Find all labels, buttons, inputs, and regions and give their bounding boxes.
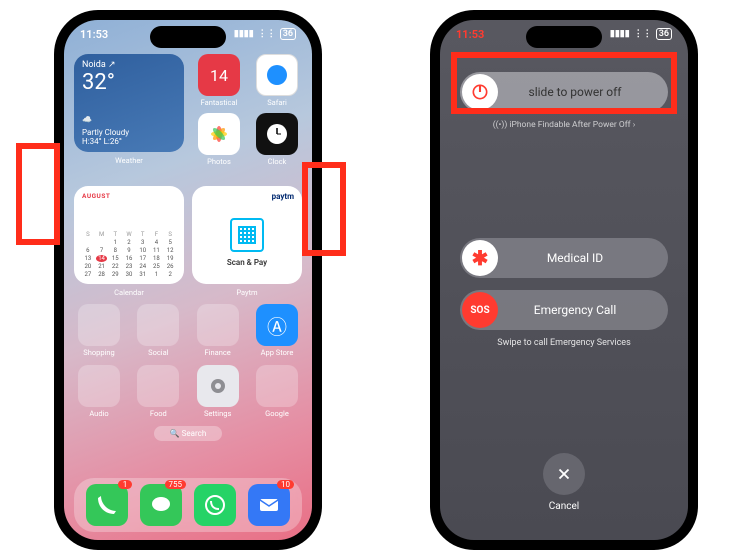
dock: 1 755 10 <box>74 478 302 532</box>
spotlight-search[interactable]: 🔍 Search <box>154 426 222 441</box>
app-label: Shopping <box>83 348 114 357</box>
battery-icon: 36 <box>280 28 296 40</box>
widget-label: Calendar <box>74 288 184 297</box>
status-time: 11:53 <box>80 28 108 41</box>
swipe-note: Swipe to call Emergency Services <box>440 338 688 348</box>
app-settings[interactable]: Settings <box>193 365 243 418</box>
annotation-side-button <box>302 162 346 256</box>
close-icon <box>555 465 573 483</box>
widget-label: Paytm <box>192 288 302 297</box>
app-messages[interactable]: 755 <box>140 484 182 526</box>
widget-label: Weather <box>74 156 184 165</box>
annotation-volume-buttons <box>16 143 60 245</box>
weather-hilo: H:34° L:26° <box>82 137 176 146</box>
signal-icon: ▮▮▮▮ <box>610 29 630 39</box>
status-bar: 11:53 ▮▮▮▮ ⋮⋮ 36 <box>64 24 312 44</box>
folder-icon <box>78 365 120 407</box>
paytm-widget[interactable]: paytm Scan & Pay Paytm <box>192 186 302 284</box>
app-mail[interactable]: 10 <box>248 484 290 526</box>
medical-id-slider[interactable]: ✱ Medical ID <box>460 238 668 278</box>
paytm-brand: paytm <box>272 192 294 201</box>
folder-icon <box>78 304 120 346</box>
app-label: Settings <box>204 409 231 418</box>
paytm-action: Scan & Pay <box>227 258 267 267</box>
app-safari[interactable]: Safari <box>252 54 302 107</box>
annotation-power-slider <box>451 52 677 114</box>
app-phone[interactable]: 1 <box>86 484 128 526</box>
app-fantastical[interactable]: 14 Fantastical <box>194 54 244 107</box>
home-screen: 11:53 ▮▮▮▮ ⋮⋮ 36 Noida ↗ 32° ☁️ Partly C… <box>64 20 312 540</box>
app-label: Safari <box>267 98 287 107</box>
badge: 1 <box>118 480 132 489</box>
qr-icon <box>230 218 264 252</box>
app-label: Fantastical <box>201 98 238 107</box>
fantastical-icon: 14 <box>198 54 240 96</box>
mail-icon <box>257 493 281 517</box>
status-bar: 11:53 ▮▮▮▮ ⋮⋮ 36 <box>440 24 688 44</box>
sos-label: Emergency Call <box>482 303 668 317</box>
app-label: Google <box>265 409 289 418</box>
cancel-button[interactable] <box>543 453 585 495</box>
app-label: Social <box>148 348 168 357</box>
app-label: Finance <box>205 348 231 357</box>
app-label: Audio <box>89 409 108 418</box>
clock-icon <box>256 113 298 155</box>
folder-audio[interactable]: Audio <box>74 365 124 418</box>
battery-icon: 36 <box>656 28 672 40</box>
app-label: Photos <box>207 157 231 166</box>
status-indicators: ▮▮▮▮ ⋮⋮ 36 <box>234 28 296 40</box>
wifi-icon: ⋮⋮ <box>634 29 652 39</box>
location-arrow-icon: ↗ <box>108 60 116 70</box>
signal-icon: ▮▮▮▮ <box>234 29 254 39</box>
folder-icon <box>137 304 179 346</box>
whatsapp-icon <box>203 493 227 517</box>
app-label: App Store <box>261 348 294 357</box>
gear-icon <box>197 365 239 407</box>
safari-icon <box>256 54 298 96</box>
status-indicators: ▮▮▮▮ ⋮⋮ 36 <box>610 28 672 40</box>
photos-icon <box>198 113 240 155</box>
calendar-grid: SMTWTFS123456789101112131415161718192021… <box>82 231 176 278</box>
folder-google[interactable]: Google <box>252 365 302 418</box>
app-label: Clock <box>268 157 287 166</box>
weather-condition: Partly Cloudy <box>82 128 176 137</box>
app-appstore[interactable]: Ⓐ App Store <box>252 304 302 357</box>
wifi-icon: ⋮⋮ <box>258 29 276 39</box>
app-photos[interactable]: Photos <box>194 113 244 166</box>
messages-icon <box>149 493 173 517</box>
phone-icon <box>95 493 119 517</box>
app-whatsapp[interactable] <box>194 484 236 526</box>
folder-food[interactable]: Food <box>133 365 183 418</box>
emergency-slider[interactable]: SOS Emergency Call <box>460 290 668 330</box>
weather-widget[interactable]: Noida ↗ 32° ☁️ Partly Cloudy H:34° L:26°… <box>74 54 184 152</box>
calendar-widget[interactable]: AUGUST SMTWTFS12345678910111213141516171… <box>74 186 184 284</box>
weather-temp: 32° <box>82 70 176 95</box>
app-label: Food <box>150 409 167 418</box>
weather-city: Noida <box>82 60 106 70</box>
calendar-month: AUGUST <box>82 192 176 200</box>
folder-finance[interactable]: Finance <box>193 304 243 357</box>
folder-icon <box>197 304 239 346</box>
folder-shopping[interactable]: Shopping <box>74 304 124 357</box>
folder-social[interactable]: Social <box>133 304 183 357</box>
findable-note[interactable]: ((•)) iPhone Findable After Power Off › <box>440 120 688 130</box>
app-clock[interactable]: Clock <box>252 113 302 166</box>
status-time: 11:53 <box>456 28 484 41</box>
folder-icon <box>137 365 179 407</box>
badge: 755 <box>165 480 187 489</box>
badge: 10 <box>277 480 294 489</box>
medical-label: Medical ID <box>482 251 668 265</box>
weather-icon: ☁️ <box>82 115 176 124</box>
appstore-icon: Ⓐ <box>256 304 298 346</box>
folder-icon <box>256 365 298 407</box>
cancel-label: Cancel <box>549 501 579 512</box>
